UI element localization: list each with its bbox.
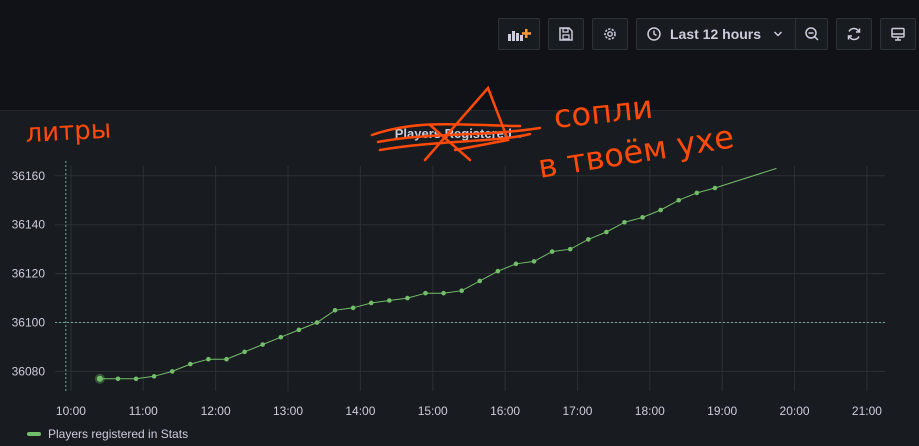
title-scribble <box>370 85 542 162</box>
scribble-overlay: литры сопли в твоём ухе <box>25 85 736 186</box>
right-scribble-line1: сопли <box>552 88 655 136</box>
left-scribble-text: литры <box>25 115 112 149</box>
